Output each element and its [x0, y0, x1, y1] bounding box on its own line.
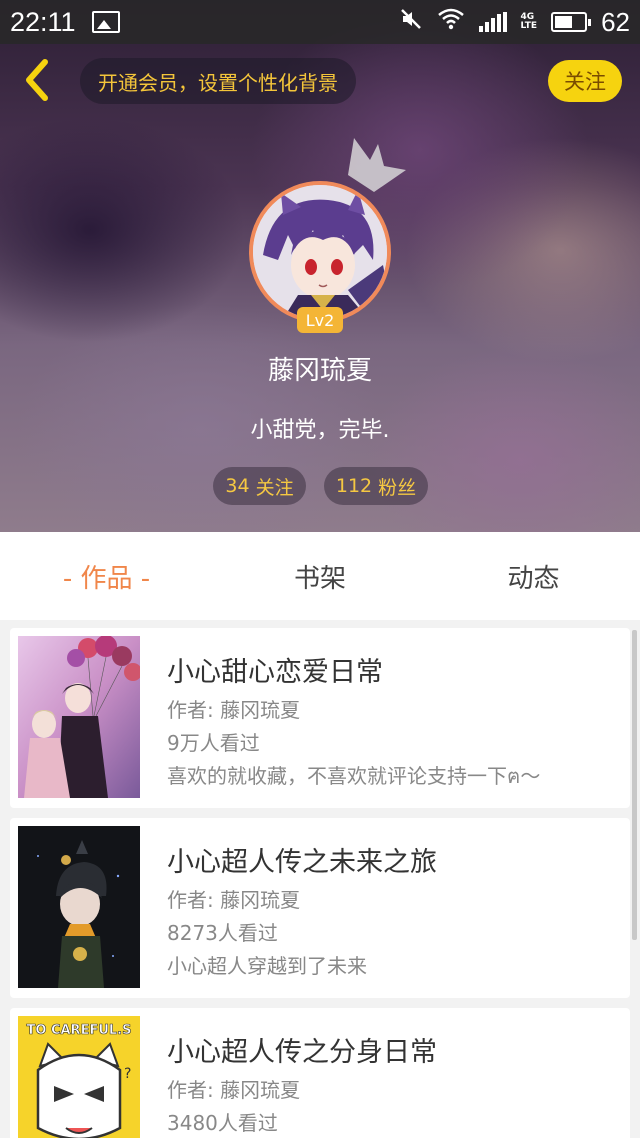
work-author: 作者: 藤冈琉夏 [167, 1078, 301, 1102]
fans-count: 112 [335, 475, 373, 497]
svg-text:?: ? [124, 1066, 131, 1082]
work-card[interactable]: TO CAREFUL.S ? 小心超人传之分身日常 作者: 藤冈琉夏 3480人… [10, 1008, 630, 1138]
avatar[interactable] [249, 181, 391, 323]
following-stat[interactable]: 34 关注 [213, 467, 306, 505]
work-author: 作者: 藤冈琉夏 [167, 698, 301, 722]
tab-activity[interactable]: 动态 [427, 532, 640, 620]
vip-background-prompt[interactable]: 开通会员，设置个性化背景 [80, 58, 356, 104]
network-type-icon: 4G LTE [520, 12, 538, 31]
work-cover-image: TO CAREFUL.S ? [18, 1016, 140, 1138]
work-title: 小心超人传之未来之旅 [167, 847, 437, 878]
work-card[interactable]: 小心超人传之未来之旅 作者: 藤冈琉夏 8273人看过 小心超人穿越到了未来 [10, 818, 630, 998]
following-label: 关注 [255, 476, 294, 499]
status-bar: 22:11 4G LTE 62 [0, 0, 640, 44]
scrollbar[interactable] [632, 630, 637, 940]
battery-icon [551, 12, 592, 32]
work-card[interactable]: 小心甜心恋爱日常 作者: 藤冈琉夏 9万人看过 喜欢的就收藏，不喜欢就评论支持一… [10, 628, 630, 808]
battery-percent: 62 [601, 6, 630, 37]
tab-works[interactable]: - 作品 - [0, 532, 213, 620]
chevron-left-icon [26, 59, 48, 101]
level-badge: Lv2 [297, 307, 343, 333]
work-author: 作者: 藤冈琉夏 [167, 888, 301, 912]
work-title: 小心超人传之分身日常 [167, 1037, 437, 1068]
back-button[interactable] [14, 58, 58, 102]
work-cover-image [18, 636, 140, 798]
profile-tabs: - 作品 - 书架 动态 [0, 532, 640, 620]
user-bio: 小甜党，完毕. [250, 418, 390, 443]
profile-header: 22:11 4G LTE 62 开通会员，设置个性化背景 关注 Lv2 藤冈琉夏… [0, 0, 640, 532]
cover-lettering: TO CAREFUL.S [27, 1023, 132, 1038]
image-notification-icon [91, 11, 120, 33]
work-cover-image [18, 826, 140, 988]
following-count: 34 [225, 475, 250, 497]
fans-label: 粉丝 [378, 476, 417, 499]
work-views: 3480人看过 [167, 1111, 278, 1135]
work-description: 小心超人穿越到了未来 [167, 954, 367, 978]
username: 藤冈琉夏 [267, 356, 372, 386]
mute-icon [399, 7, 423, 37]
work-views: 9万人看过 [167, 731, 260, 755]
follow-button[interactable]: 关注 [548, 60, 622, 102]
work-title: 小心甜心恋爱日常 [167, 657, 383, 688]
work-views: 8273人看过 [167, 921, 278, 945]
work-description: 喜欢的就收藏，不喜欢就评论支持一下ฅ～ [167, 764, 541, 788]
signal-icon [478, 12, 507, 32]
fans-stat[interactable]: 112 粉丝 [324, 467, 428, 505]
tab-bookshelf[interactable]: 书架 [213, 532, 427, 620]
status-time: 22:11 [10, 6, 76, 37]
wifi-icon [437, 8, 465, 36]
